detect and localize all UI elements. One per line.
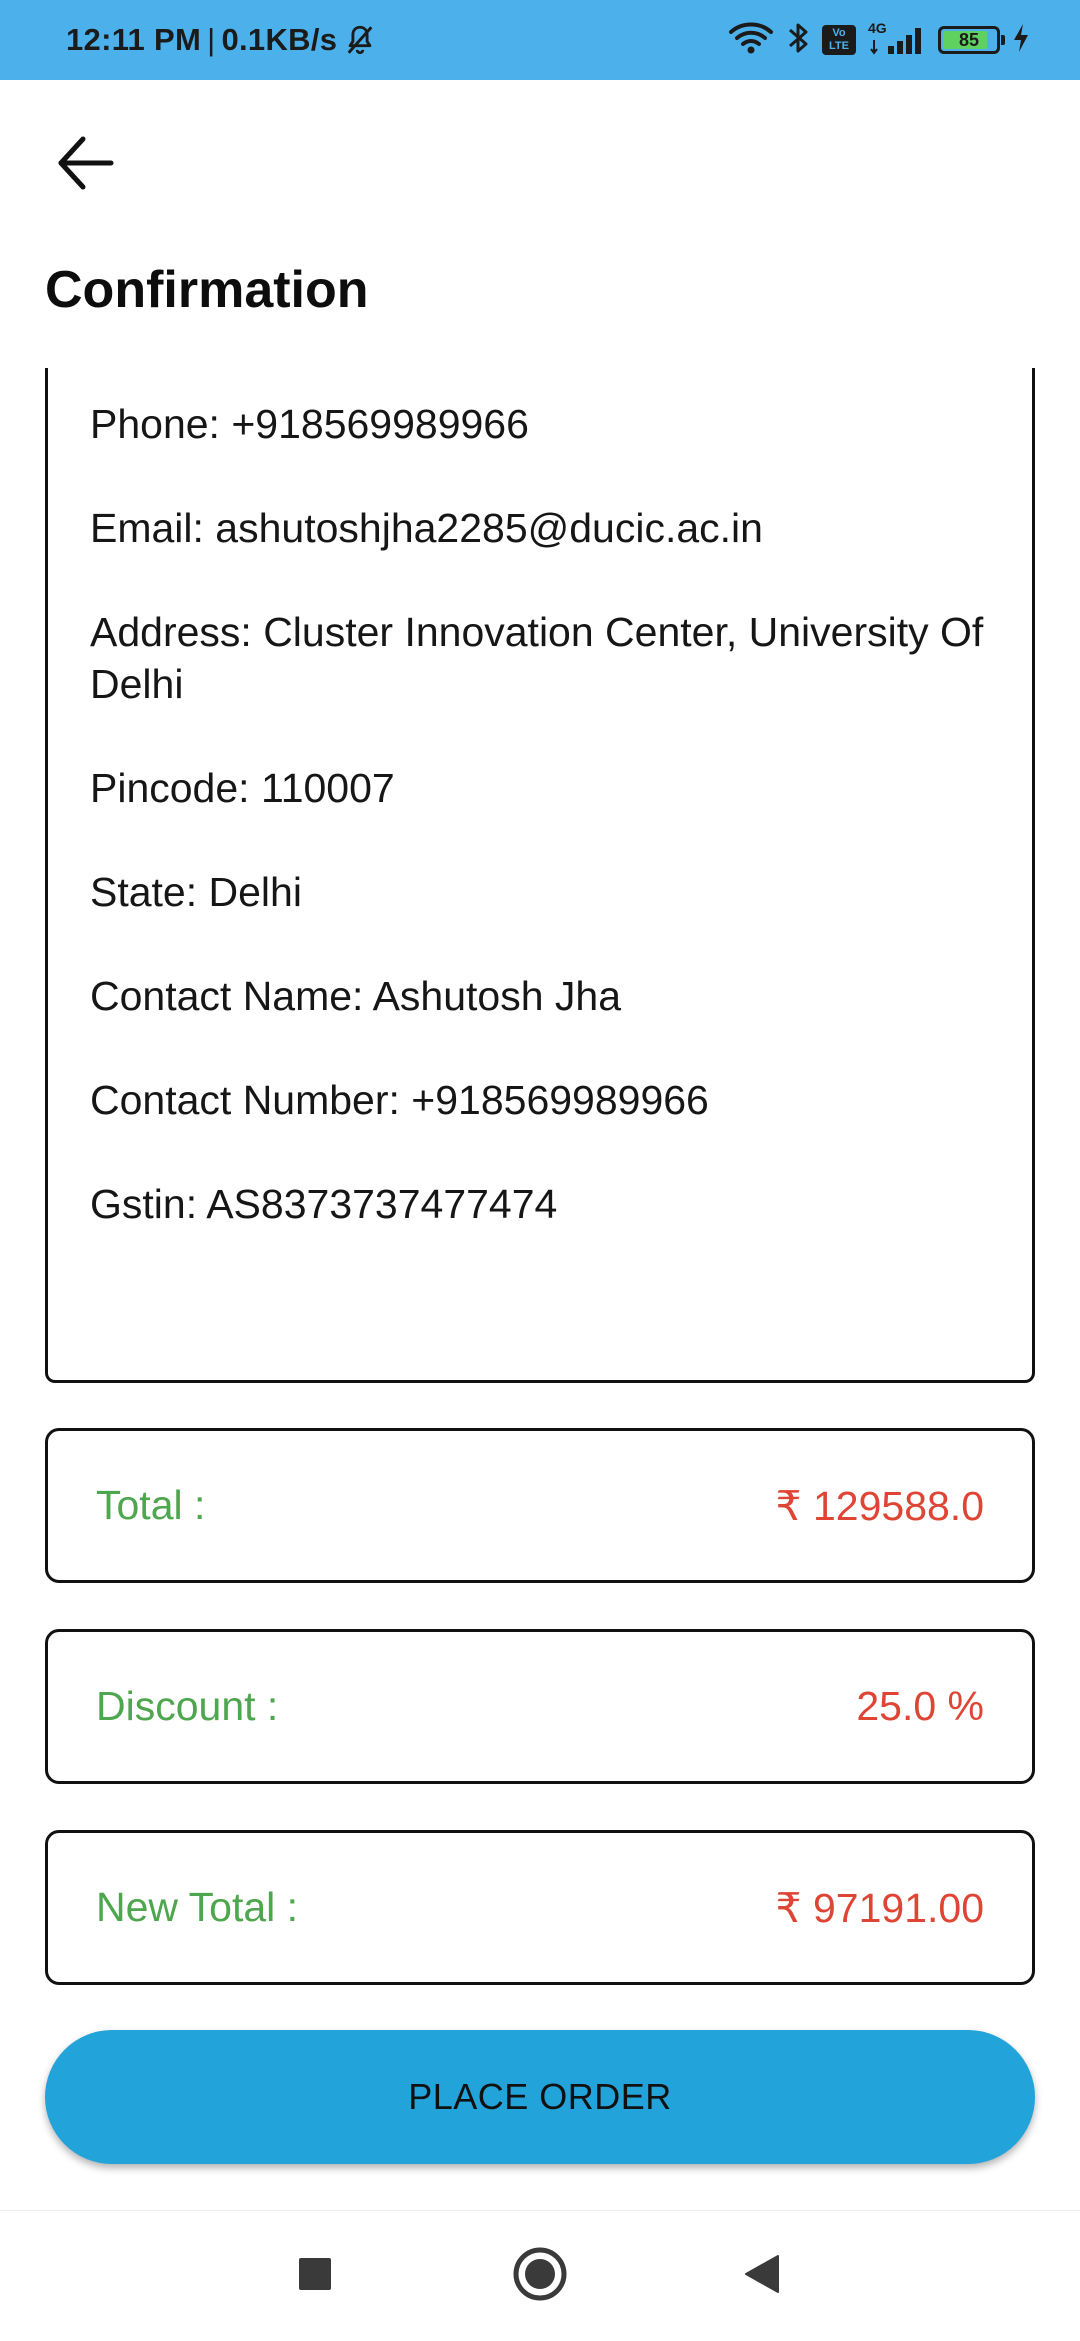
discount-box: Discount : 25.0 % bbox=[45, 1629, 1035, 1784]
status-left: 12:11 PM | 0.1KB/s bbox=[66, 0, 377, 80]
status-separator: | bbox=[207, 22, 216, 57]
place-order-button[interactable]: PLACE ORDER bbox=[45, 2030, 1035, 2164]
new-total-value: ₹ 97191.00 bbox=[775, 1884, 984, 1931]
system-nav-bar bbox=[0, 2210, 1080, 2341]
charging-icon bbox=[1012, 22, 1030, 59]
discount-value: 25.0 % bbox=[856, 1683, 984, 1729]
page-title: Confirmation bbox=[45, 261, 369, 319]
battery-level: 85 bbox=[958, 29, 980, 50]
status-right: Vo LTE 4G 85 bbox=[728, 0, 1030, 80]
arrow-left-icon bbox=[53, 131, 117, 200]
details-list: Phone: +918569989966 Email: ashutoshjha2… bbox=[90, 398, 1010, 1282]
wifi-icon bbox=[728, 20, 774, 61]
detail-contact-name: Contact Name: Ashutosh Jha bbox=[90, 973, 622, 1019]
discount-label: Discount : bbox=[96, 1683, 279, 1729]
triangle-back-icon bbox=[744, 2254, 780, 2299]
volte-top-label: Vo bbox=[832, 27, 846, 39]
back-button[interactable] bbox=[40, 120, 130, 210]
volte-bottom-label: LTE bbox=[829, 40, 849, 52]
status-net-speed: 0.1KB/s bbox=[221, 22, 338, 57]
detail-state: State: Delhi bbox=[90, 869, 302, 915]
total-value: ₹ 129588.0 bbox=[775, 1482, 984, 1529]
square-icon bbox=[298, 2257, 332, 2296]
details-card: Phone: +918569989966 Email: ashutoshjha2… bbox=[45, 368, 1035, 1383]
battery-icon: 85 bbox=[938, 26, 1005, 54]
status-bar: 12:11 PM | 0.1KB/s Vo LTE 4G 85 bbox=[0, 0, 1080, 80]
status-time: 12:11 PM bbox=[66, 22, 202, 57]
total-box: Total : ₹ 129588.0 bbox=[45, 1428, 1035, 1583]
detail-gstin: Gstin: AS8373737477474 bbox=[90, 1181, 558, 1227]
volte-icon: Vo LTE bbox=[822, 25, 856, 55]
signal-icon: 4G bbox=[868, 20, 926, 58]
circle-icon bbox=[512, 2246, 568, 2307]
detail-contact-number: Contact Number: +918569989966 bbox=[90, 1077, 709, 1123]
detail-pincode: Pincode: 110007 bbox=[90, 765, 395, 811]
home-button[interactable] bbox=[495, 2231, 585, 2321]
nav-back-button[interactable] bbox=[717, 2231, 807, 2321]
new-total-label: New Total : bbox=[96, 1884, 299, 1930]
bell-muted-icon bbox=[343, 23, 377, 57]
detail-email: Email: ashutoshjha2285@ducic.ac.in bbox=[90, 505, 763, 551]
bluetooth-icon bbox=[786, 20, 810, 61]
total-label: Total : bbox=[96, 1482, 206, 1528]
detail-address: Address: Cluster Innovation Center, Univ… bbox=[90, 609, 984, 707]
recents-button[interactable] bbox=[270, 2231, 360, 2321]
new-total-box: New Total : ₹ 97191.00 bbox=[45, 1830, 1035, 1985]
detail-phone: Phone: +918569989966 bbox=[90, 401, 529, 447]
